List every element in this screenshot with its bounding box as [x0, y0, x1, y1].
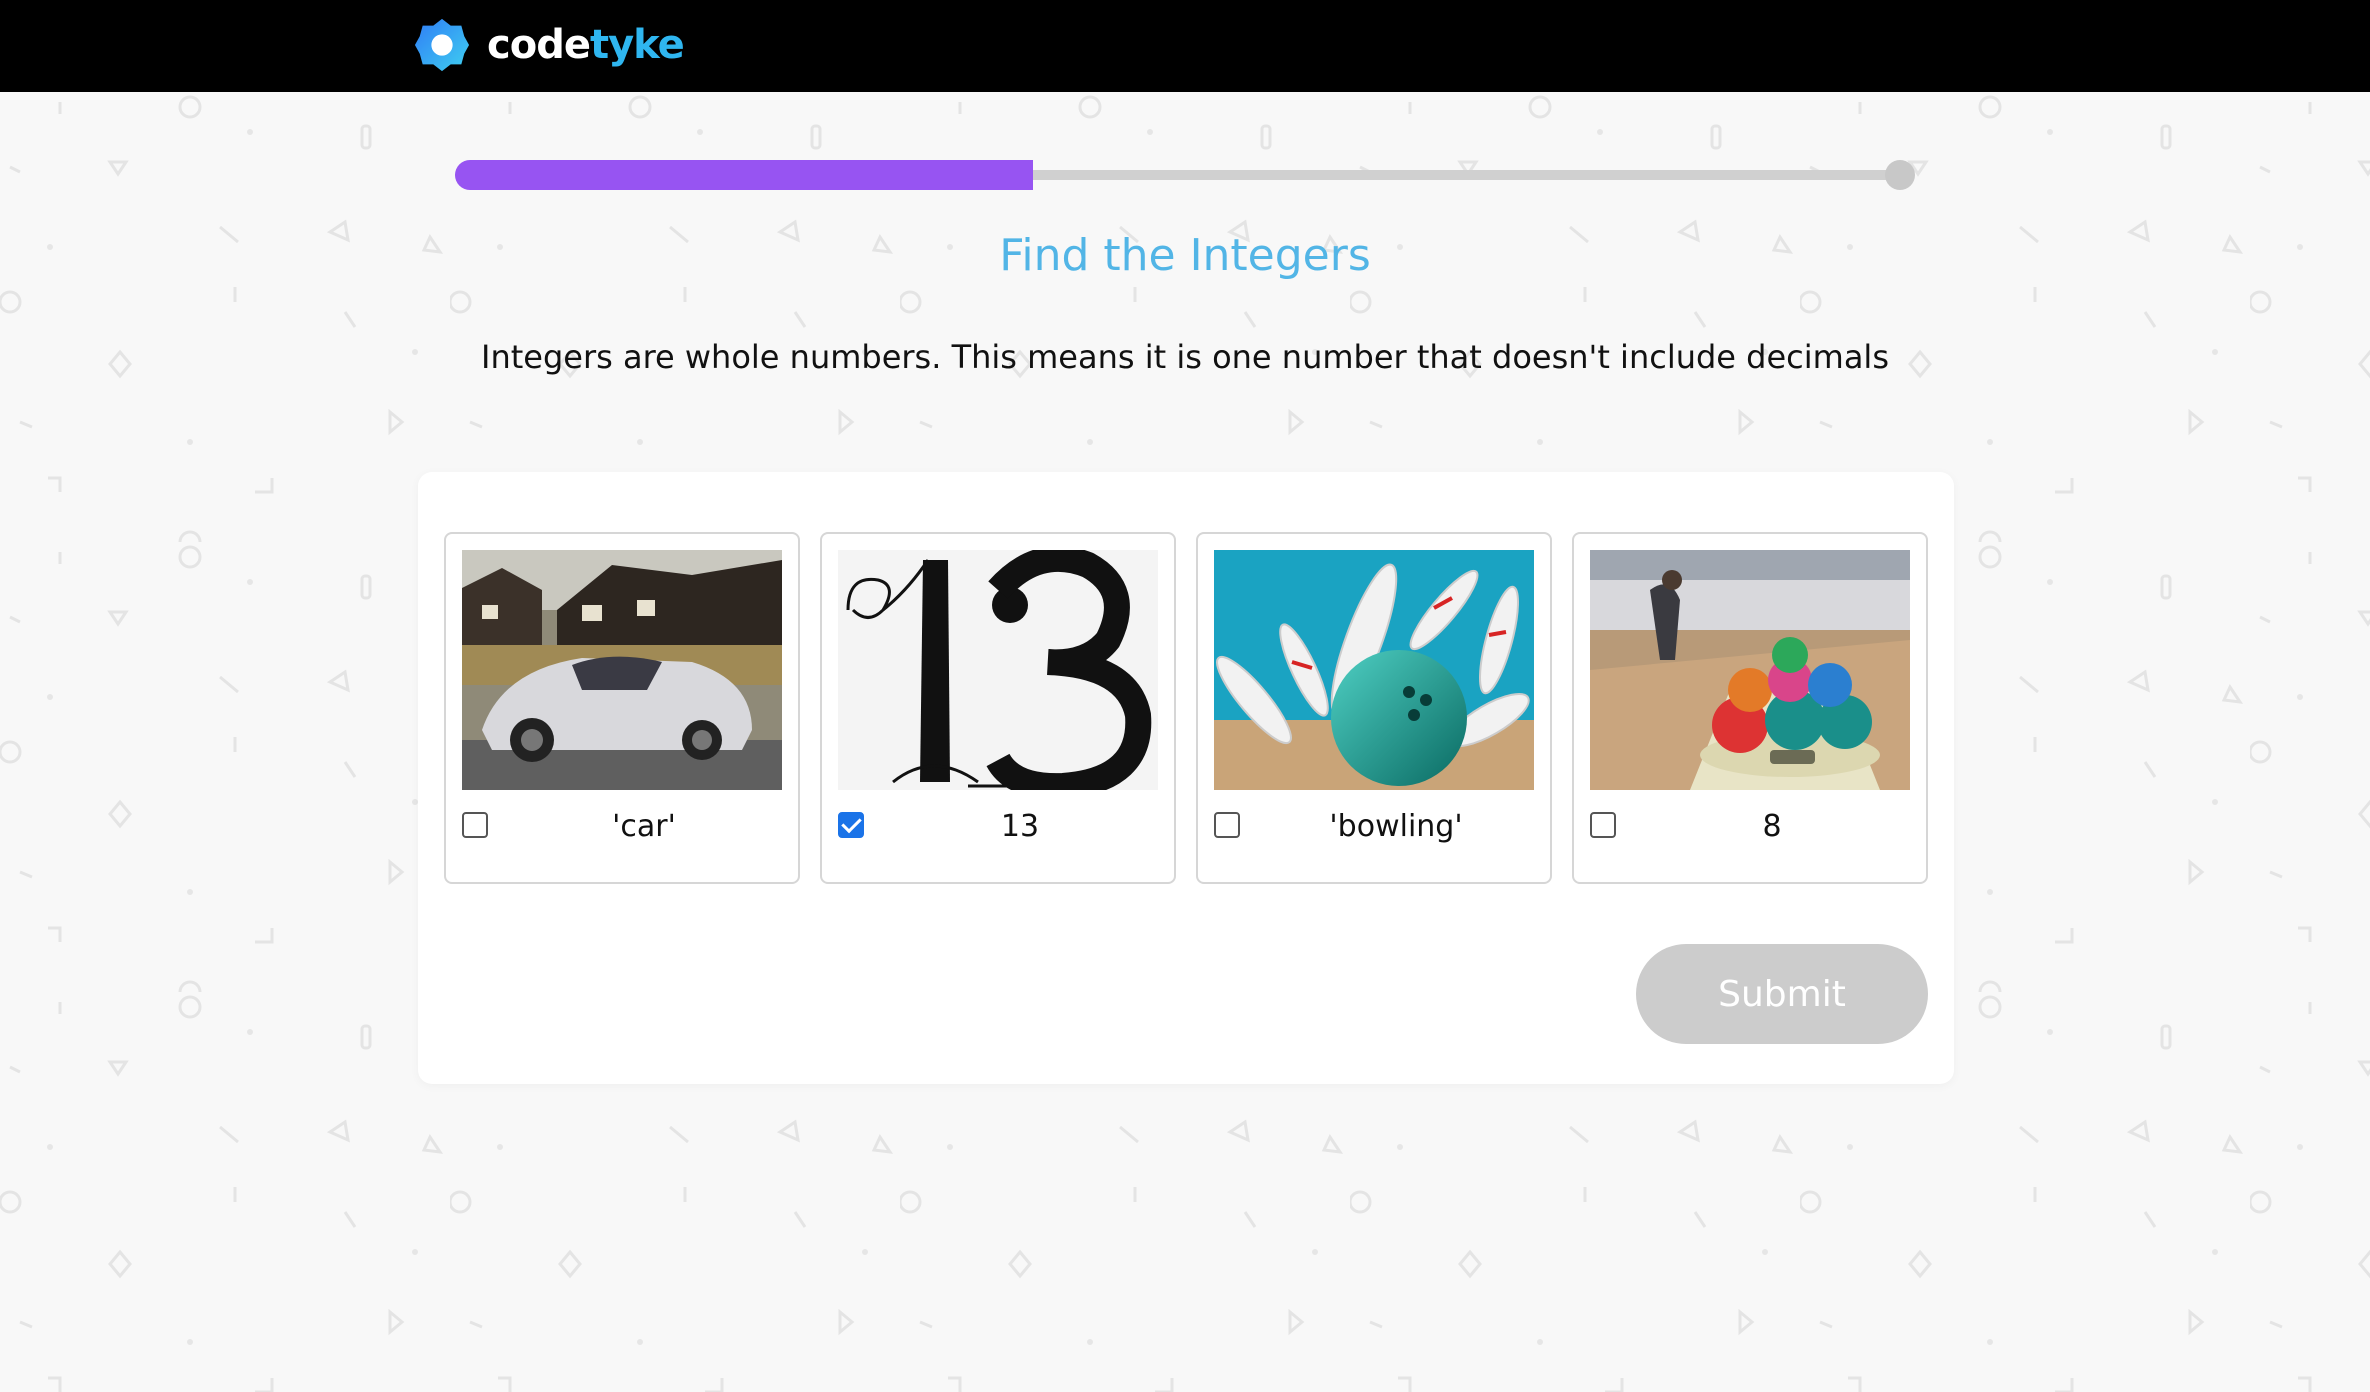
option-label: 'bowling' [1329, 809, 1463, 844]
sports-car-photo [462, 550, 782, 790]
option-label: 13 [1000, 809, 1040, 844]
option-checkbox[interactable] [462, 812, 488, 838]
quiz-panel: 'car' 13 'bowling' 8 Submit [418, 472, 1954, 1084]
top-navigation-bar: codetyke [0, 0, 2370, 92]
lesson-progress-bar [455, 160, 1915, 190]
option-checkbox-checked[interactable] [838, 812, 864, 838]
quiz-title: Find the Integers [999, 230, 1371, 281]
brand-logo[interactable]: codetyke [413, 12, 685, 78]
number-13-typography [838, 550, 1158, 790]
option-label: 8 [1762, 809, 1782, 844]
quiz-instructions: Integers are whole numbers. This means i… [481, 338, 1889, 376]
option-card-bowling[interactable]: 'bowling' [1196, 532, 1552, 884]
progress-end-marker [1885, 160, 1915, 190]
bowling-ball-return-photo [1590, 550, 1910, 790]
submit-button[interactable]: Submit [1636, 944, 1928, 1044]
codetyke-hexagon-logo-icon [414, 18, 470, 72]
option-card-13[interactable]: 13 [820, 532, 1176, 884]
bowling-pins-image [1214, 550, 1534, 790]
option-label: 'car' [612, 809, 676, 844]
bowling-pins-photo [1214, 550, 1534, 790]
brand-name: codetyke [487, 22, 685, 68]
number-13-image [838, 550, 1158, 790]
sports-car-image [462, 550, 782, 790]
option-card-car[interactable]: 'car' [444, 532, 800, 884]
bowling-ball-return-image [1590, 550, 1910, 790]
option-card-8[interactable]: 8 [1572, 532, 1928, 884]
progress-fill [455, 160, 1033, 190]
option-checkbox[interactable] [1590, 812, 1616, 838]
option-checkbox[interactable] [1214, 812, 1240, 838]
